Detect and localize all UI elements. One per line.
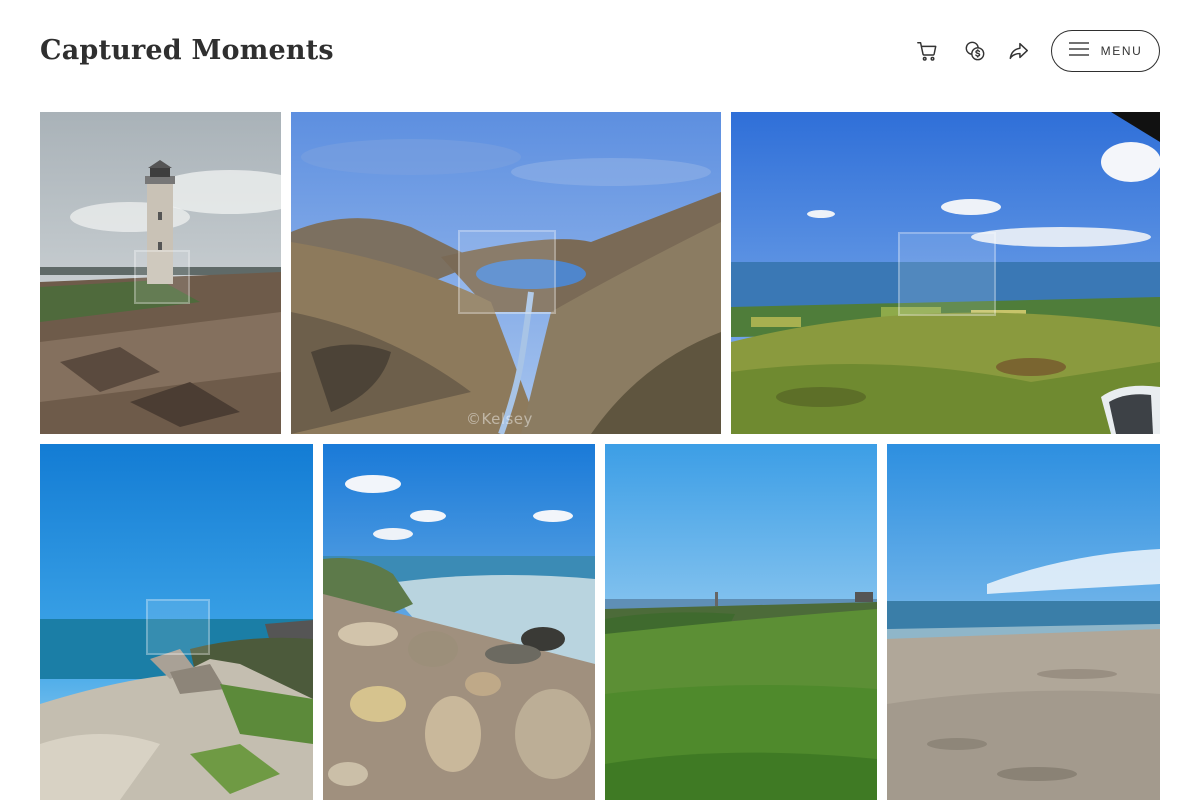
- watermark-logo: [458, 230, 556, 314]
- cart-icon: [916, 40, 938, 62]
- gallery-photo-pebble-beach[interactable]: [323, 444, 595, 800]
- watermark-logo: [134, 250, 190, 304]
- share-icon: [1008, 40, 1030, 62]
- gallery-photo-valley[interactable]: ©Kelsey: [291, 112, 721, 434]
- grassy-clifftop-image: [605, 444, 877, 800]
- site-title[interactable]: Captured Moments: [40, 30, 334, 72]
- gallery-photo-grassy-clifftop[interactable]: [605, 444, 877, 800]
- hamburger-icon: [1068, 41, 1089, 61]
- currency-exchange-icon: [964, 40, 986, 62]
- gallery-photo-cliff[interactable]: [40, 444, 313, 800]
- watermark-logo: [898, 232, 996, 316]
- watermark-logo: [146, 599, 210, 655]
- share-button[interactable]: [1001, 33, 1037, 69]
- gallery-photo-lighthouse[interactable]: [40, 112, 281, 434]
- gallery-photo-sandy-beach[interactable]: [887, 444, 1160, 800]
- pebble-beach-image: [323, 444, 595, 800]
- currency-button[interactable]: [957, 33, 993, 69]
- gallery-photo-coastal-hills[interactable]: [731, 112, 1160, 434]
- cart-button[interactable]: [909, 33, 945, 69]
- watermark-text: ©Kelsey: [466, 410, 533, 428]
- menu-button[interactable]: MENU: [1051, 30, 1160, 72]
- menu-label: MENU: [1100, 44, 1143, 58]
- sandy-beach-image: [887, 444, 1160, 800]
- site-header: Captured Moments MENU: [0, 0, 1200, 100]
